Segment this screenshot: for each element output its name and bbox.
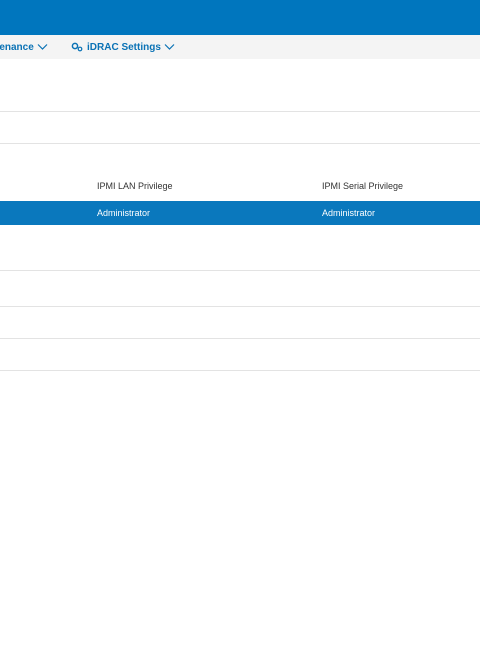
main-menu-bar: tenance iDRAC Settings: [0, 35, 480, 59]
table-row[interactable]: [0, 226, 480, 270]
menu-maintenance-label: tenance: [0, 41, 34, 53]
gears-icon: [71, 42, 83, 52]
app-header-bar: [0, 0, 480, 35]
menu-idrac-settings-label: iDRAC Settings: [87, 41, 161, 53]
table-row[interactable]: [0, 271, 480, 306]
divider: [0, 143, 480, 144]
cell-ipmi-serial-privilege: Administrator: [322, 208, 376, 218]
chevron-down-icon: [37, 44, 48, 50]
table-row[interactable]: [0, 307, 480, 338]
menu-maintenance[interactable]: tenance: [0, 35, 48, 59]
chevron-down-icon: [164, 44, 175, 50]
column-header-ipmi-lan-privilege: IPMI LAN Privilege: [97, 181, 173, 191]
column-header-ipmi-serial-privilege: IPMI Serial Privilege: [322, 181, 404, 191]
table-row-selected[interactable]: Administrator Administrator: [0, 201, 480, 225]
row-divider: [0, 370, 480, 371]
divider: [0, 111, 480, 112]
menu-idrac-settings[interactable]: iDRAC Settings: [71, 35, 175, 59]
cell-ipmi-lan-privilege: Administrator: [97, 208, 151, 218]
table-row[interactable]: [0, 339, 480, 370]
